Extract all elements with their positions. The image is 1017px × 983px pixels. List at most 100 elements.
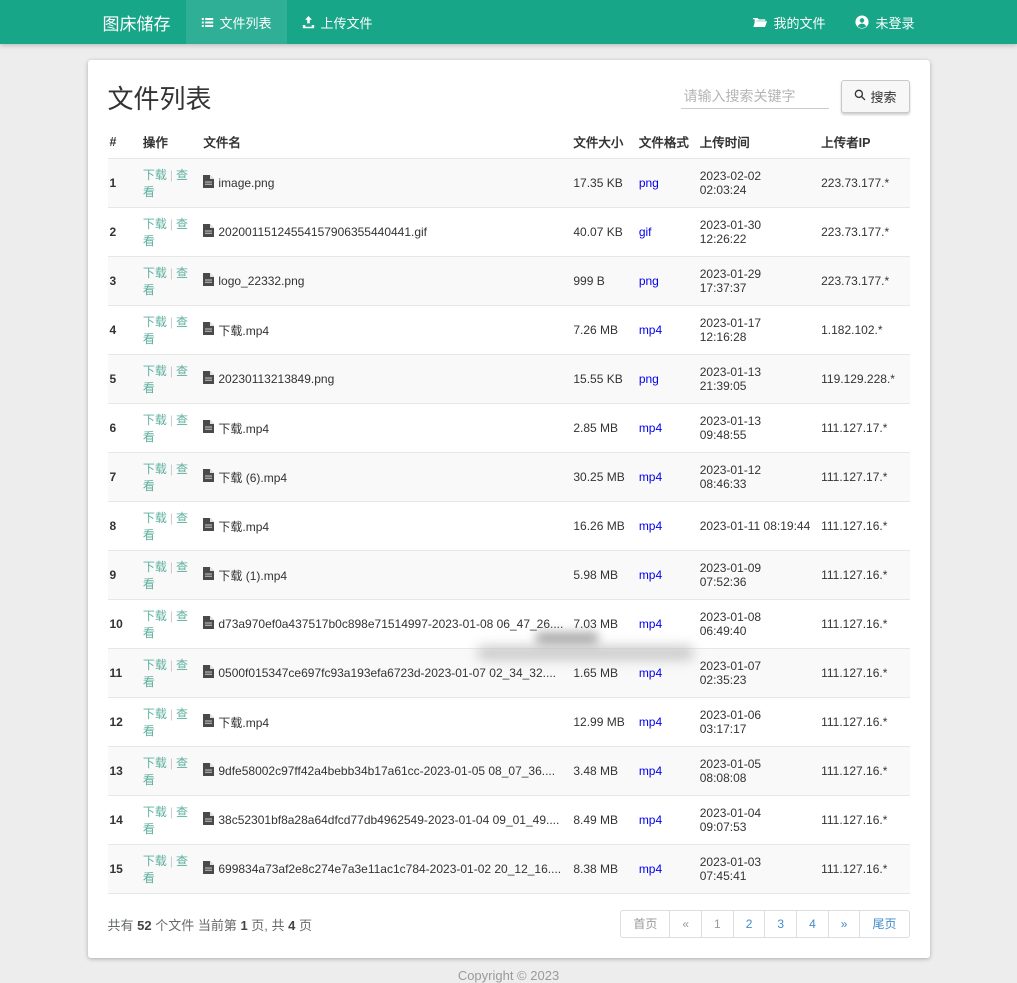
row-upload-time: 2023-01-13 21:39:05 <box>698 355 819 404</box>
download-link[interactable]: 下载 <box>143 217 167 231</box>
row-index: 15 <box>108 845 141 894</box>
download-link[interactable]: 下载 <box>143 658 167 672</box>
row-filename-cell: 下载.mp4 <box>201 306 571 355</box>
format-link[interactable]: mp4 <box>639 862 662 876</box>
row-uploader-ip: 111.127.16.* <box>819 747 909 796</box>
format-link[interactable]: mp4 <box>639 470 662 484</box>
download-link[interactable]: 下载 <box>143 854 167 868</box>
row-actions: 下载|查看 <box>141 845 201 894</box>
row-format-cell: mp4 <box>637 551 698 600</box>
page-button-page-4[interactable]: 4 <box>796 910 829 938</box>
row-upload-time: 2023-01-04 09:07:53 <box>698 796 819 845</box>
format-link[interactable]: png <box>639 372 659 386</box>
format-link[interactable]: mp4 <box>639 421 662 435</box>
row-index: 12 <box>108 698 141 747</box>
nav-item-upload[interactable]: 上传文件 <box>287 0 388 44</box>
row-index: 13 <box>108 747 141 796</box>
download-link[interactable]: 下载 <box>143 805 167 819</box>
list-icon <box>201 16 214 29</box>
row-uploader-ip: 223.73.177.* <box>819 159 909 208</box>
format-link[interactable]: mp4 <box>639 715 662 729</box>
format-link[interactable]: mp4 <box>639 568 662 582</box>
format-link[interactable]: gif <box>639 225 652 239</box>
format-link[interactable]: mp4 <box>639 323 662 337</box>
page-button-first: 首页 <box>620 910 670 938</box>
format-link[interactable]: mp4 <box>639 764 662 778</box>
summary-total-pages: 4 <box>288 918 295 933</box>
row-actions: 下载|查看 <box>141 747 201 796</box>
row-uploader-ip: 1.182.102.* <box>819 306 909 355</box>
row-upload-time: 2023-01-08 06:49:40 <box>698 600 819 649</box>
file-icon <box>203 518 214 534</box>
filename-text: 下载.mp4 <box>218 518 269 535</box>
row-uploader-ip: 111.127.16.* <box>819 649 909 698</box>
format-link[interactable]: mp4 <box>639 617 662 631</box>
nav-item-file-list[interactable]: 文件列表 <box>186 0 287 44</box>
filename-text: image.png <box>218 176 274 190</box>
brand-title[interactable]: 图床储存 <box>88 0 186 44</box>
row-actions: 下载|查看 <box>141 551 201 600</box>
row-size: 5.98 MB <box>571 551 636 600</box>
table-row: 3 下载|查看 logo_22332.png 999 B png 2023-01… <box>108 257 910 306</box>
row-index: 9 <box>108 551 141 600</box>
format-link[interactable]: png <box>639 274 659 288</box>
download-link[interactable]: 下载 <box>143 511 167 525</box>
action-divider: | <box>170 854 173 868</box>
search-button[interactable]: 搜索 <box>841 80 909 113</box>
row-index: 1 <box>108 159 141 208</box>
download-link[interactable]: 下载 <box>143 168 167 182</box>
filename-text: 699834a73af2e8c274e7a3e11ac1c784-2023-01… <box>218 862 561 876</box>
page-button-page-2[interactable]: 2 <box>733 910 766 938</box>
row-index: 7 <box>108 453 141 502</box>
search-icon <box>854 89 866 104</box>
format-link[interactable]: mp4 <box>639 813 662 827</box>
nav-item-my-files[interactable]: 我的文件 <box>738 0 840 44</box>
row-format-cell: mp4 <box>637 404 698 453</box>
page-button-page-1[interactable]: 1 <box>701 910 734 938</box>
page-button-prev: « <box>669 910 702 938</box>
row-index: 3 <box>108 257 141 306</box>
file-icon <box>203 812 214 828</box>
download-link[interactable]: 下载 <box>143 707 167 721</box>
download-link[interactable]: 下载 <box>143 364 167 378</box>
row-upload-time: 2023-02-02 02:03:24 <box>698 159 819 208</box>
format-link[interactable]: png <box>639 176 659 190</box>
action-divider: | <box>170 168 173 182</box>
row-actions: 下载|查看 <box>141 404 201 453</box>
row-upload-time: 2023-01-09 07:52:36 <box>698 551 819 600</box>
search-box: 搜索 <box>681 80 909 113</box>
pagination: 首页«1234»尾页 <box>620 910 909 938</box>
download-link[interactable]: 下载 <box>143 560 167 574</box>
summary-text: 个文件 当前第 <box>152 918 241 933</box>
column-header-actions: 操作 <box>141 125 201 159</box>
row-upload-time: 2023-01-12 08:46:33 <box>698 453 819 502</box>
nav-item-label: 我的文件 <box>773 13 825 32</box>
file-icon <box>203 469 214 485</box>
format-link[interactable]: mp4 <box>639 666 662 680</box>
download-link[interactable]: 下载 <box>143 413 167 427</box>
search-input[interactable] <box>681 84 829 109</box>
row-upload-time: 2023-01-06 03:17:17 <box>698 698 819 747</box>
row-size: 30.25 MB <box>571 453 636 502</box>
summary-text: 页 <box>295 918 312 933</box>
folder-icon <box>753 16 767 29</box>
row-filename-cell: 下载.mp4 <box>201 404 571 453</box>
row-uploader-ip: 111.127.16.* <box>819 796 909 845</box>
table-row: 7 下载|查看 下载 (6).mp4 30.25 MB mp4 2023-01-… <box>108 453 910 502</box>
row-format-cell: mp4 <box>637 306 698 355</box>
nav-item-login-status[interactable]: 未登录 <box>840 0 929 44</box>
table-row: 5 下载|查看 20230113213849.png 15.55 KB png … <box>108 355 910 404</box>
file-icon <box>203 861 214 877</box>
row-size: 15.55 KB <box>571 355 636 404</box>
page-button-page-3[interactable]: 3 <box>764 910 797 938</box>
row-size: 8.38 MB <box>571 845 636 894</box>
download-link[interactable]: 下载 <box>143 609 167 623</box>
download-link[interactable]: 下载 <box>143 462 167 476</box>
row-upload-time: 2023-01-30 12:26:22 <box>698 208 819 257</box>
format-link[interactable]: mp4 <box>639 519 662 533</box>
page-button-next[interactable]: » <box>828 910 861 938</box>
page-button-last[interactable]: 尾页 <box>859 910 909 938</box>
download-link[interactable]: 下载 <box>143 756 167 770</box>
download-link[interactable]: 下载 <box>143 266 167 280</box>
download-link[interactable]: 下载 <box>143 315 167 329</box>
